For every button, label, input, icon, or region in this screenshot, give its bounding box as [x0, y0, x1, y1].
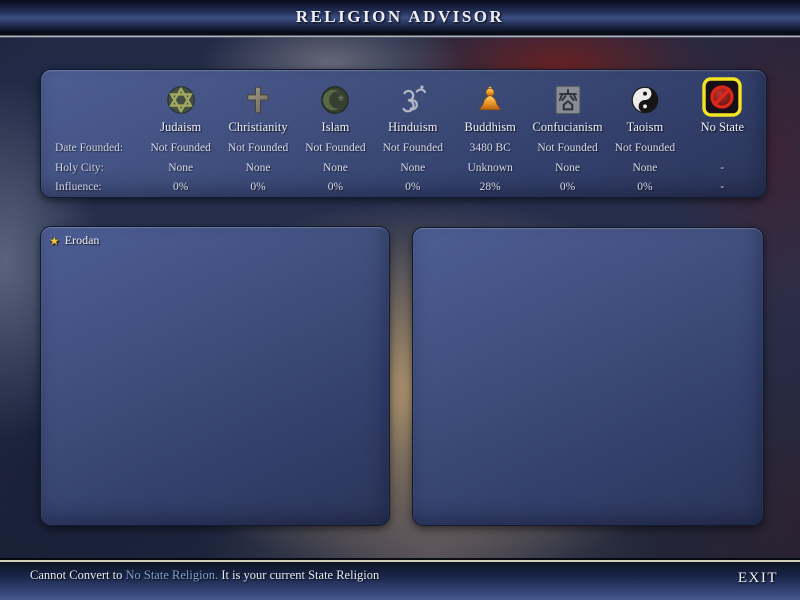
religion-name-christianity: Christianity [228, 120, 288, 134]
influence-hinduism: 0% [405, 180, 421, 193]
holy-city-buddhism: Unknown [467, 161, 513, 174]
title-bar: RELIGION ADVISOR [0, 0, 800, 34]
date-founded-judaism: Not Founded [150, 142, 211, 154]
holy-city-judaism: None [168, 161, 194, 174]
favorite-star-icon: ★ [49, 233, 60, 248]
crescent-and-star-icon [321, 86, 350, 114]
religion-button-christianity[interactable] [219, 71, 296, 117]
influence-christianity: 0% [250, 180, 266, 193]
influence-judaism: 0% [173, 180, 189, 193]
religion-button-judaism[interactable] [142, 71, 219, 117]
status-link-text: No State Religion. [125, 568, 219, 582]
religion-name-islam: Islam [321, 120, 350, 134]
religion-grid: Judaism Christianity Islam Hinduism Budd… [41, 70, 766, 196]
religion-name-taoism: Taoism [626, 120, 664, 134]
list-item-erodan[interactable]: ★ Erodan [41, 227, 389, 248]
date-founded-hinduism: Not Founded [382, 142, 443, 154]
no-state-icon [702, 77, 743, 117]
confucian-glyph-icon [555, 85, 580, 115]
date-founded-buddhism: 3480 BC [469, 142, 511, 154]
religion-button-no-state[interactable] [684, 71, 761, 117]
row-label-date-founded: Date Founded: [55, 142, 124, 154]
status-bar: Cannot Convert to No State Religion. It … [0, 560, 800, 600]
holy-city-hinduism: None [400, 161, 426, 174]
religion-button-islam[interactable] [297, 71, 374, 117]
influence-taoism: 0% [637, 180, 653, 193]
yin-yang-icon [631, 86, 659, 114]
christian-cross-icon [247, 86, 269, 114]
holy-city-taoism: None [632, 161, 658, 174]
holy-city-christianity: None [245, 161, 271, 174]
civilizations-panel: ★ Erodan [40, 226, 390, 526]
religion-name-hinduism: Hinduism [388, 120, 438, 134]
holy-city-confucianism: None [555, 161, 581, 174]
date-founded-taoism: Not Founded [614, 142, 676, 154]
date-founded-confucianism: Not Founded [537, 142, 598, 154]
religion-button-taoism[interactable] [606, 71, 683, 117]
religion-button-buddhism[interactable] [452, 71, 529, 117]
status-message-prefix: Cannot Convert to [30, 568, 126, 582]
status-message-suffix: It is your current State Religion [218, 568, 380, 582]
status-message: Cannot Convert to No State Religion. It … [30, 568, 379, 583]
page-title: RELIGION ADVISOR [295, 7, 505, 26]
religion-name-buddhism: Buddhism [464, 120, 516, 134]
civ-name-label: Erodan [64, 233, 100, 247]
holy-city-no-state: - [720, 161, 725, 174]
religion-details-panel [412, 227, 764, 526]
influence-buddhism: 28% [479, 180, 501, 193]
date-founded-christianity: Not Founded [227, 142, 289, 154]
star-of-david-icon [166, 86, 195, 114]
row-label-influence: Influence: [55, 180, 102, 193]
influence-no-state: - [720, 180, 725, 193]
date-founded-islam: Not Founded [305, 142, 366, 154]
religion-name-confucianism: Confucianism [532, 120, 603, 134]
holy-city-islam: None [322, 161, 348, 174]
exit-button[interactable]: EXIT [738, 570, 778, 587]
om-icon [402, 85, 426, 113]
religion-button-hinduism[interactable] [374, 71, 451, 117]
religion-name-no-state: No State [700, 120, 745, 134]
row-label-holy-city: Holy City: [55, 161, 104, 174]
title-separator [0, 34, 800, 38]
religion-button-confucianism[interactable] [529, 71, 606, 117]
buddha-icon [478, 86, 502, 111]
influence-confucianism: 0% [559, 180, 576, 193]
religion-summary-panel: Judaism Christianity Islam Hinduism Budd… [40, 69, 767, 198]
religion-name-judaism: Judaism [160, 120, 202, 134]
influence-islam: 0% [327, 180, 344, 193]
